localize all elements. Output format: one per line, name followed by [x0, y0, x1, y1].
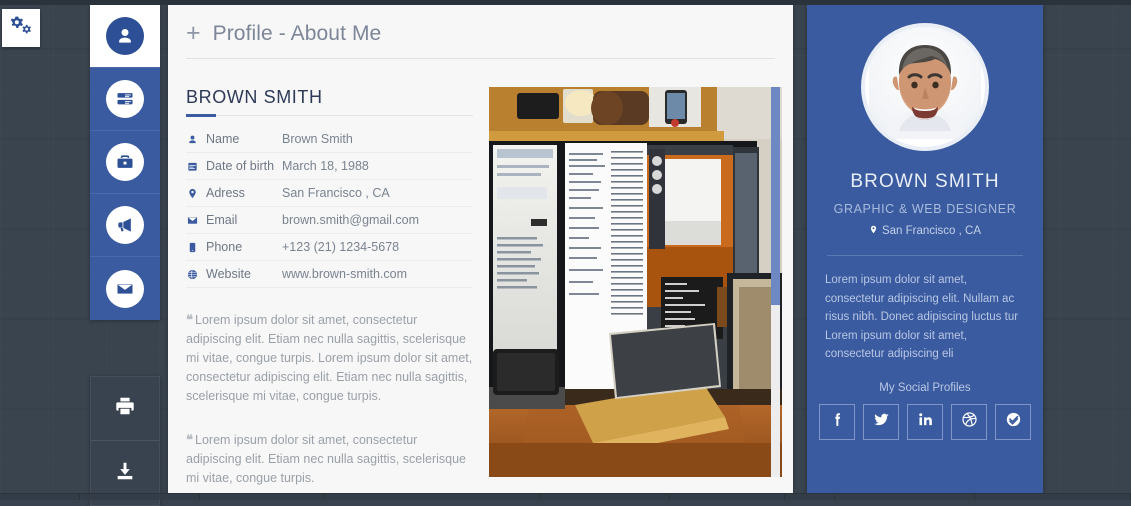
info-label: Phone [206, 240, 243, 254]
taskbar-item[interactable] [835, 494, 975, 500]
taskbar[interactable] [0, 493, 1131, 500]
table-row: Email brown.smith@gmail.com [186, 207, 473, 234]
facebook-icon [829, 411, 846, 433]
card-location-text: San Francisco , CA [881, 225, 982, 237]
info-label: Date of birth [206, 159, 275, 173]
taskbar-item[interactable] [785, 494, 835, 500]
sidebar-item-contact[interactable] [90, 257, 160, 320]
sidebar-item-services[interactable] [90, 194, 160, 257]
badge-check-icon [1005, 411, 1022, 433]
sidebar-item-profile[interactable] [90, 5, 160, 68]
social-link-dribbble[interactable] [951, 403, 987, 440]
printer-icon [114, 395, 136, 422]
info-value: +123 (21) 1234-5678 [282, 240, 400, 254]
panel-header: + Profile - About Me [186, 5, 775, 59]
section-title: BROWN SMITH [186, 87, 323, 107]
social-links [807, 403, 1043, 440]
info-value: Brown Smith [282, 132, 353, 146]
info-table: Name Brown Smith Date of birth March 18,… [186, 126, 473, 288]
info-label: Adress [206, 186, 245, 200]
pin-icon [869, 224, 878, 238]
scrollbar-thumb[interactable] [771, 87, 780, 305]
avatar [861, 23, 989, 151]
globe-icon [186, 269, 199, 280]
photo-scrollbar[interactable] [771, 87, 780, 477]
social-link-badge[interactable] [995, 403, 1031, 440]
photo-column [489, 59, 782, 488]
taskbar-item[interactable] [80, 494, 200, 500]
user-icon [186, 134, 199, 145]
card-name: BROWN SMITH [850, 171, 1000, 192]
dribbble-icon [961, 411, 978, 433]
phone-icon [186, 242, 199, 253]
panel-body: BROWN SMITH Name Brown Smith Date of bir… [168, 59, 793, 488]
info-value: March 18, 1988 [282, 159, 369, 173]
table-row: Phone +123 (21) 1234-5678 [186, 234, 473, 261]
social-link-linkedin[interactable] [907, 403, 943, 440]
settings-gears-icon [9, 14, 33, 43]
profile-details-column: BROWN SMITH Name Brown Smith Date of bir… [186, 59, 473, 488]
linkedin-icon [917, 411, 934, 433]
quote-icon: ❝ [186, 312, 193, 327]
print-button[interactable] [91, 377, 159, 441]
plus-icon[interactable]: + [186, 21, 201, 46]
info-label: Email [206, 213, 238, 227]
quote-icon: ❝ [186, 432, 193, 447]
calendar-icon [186, 161, 199, 172]
page-title: Profile - About Me [212, 21, 382, 45]
download-icon [114, 460, 136, 487]
twitter-icon [873, 411, 890, 433]
social-link-twitter[interactable] [863, 403, 899, 440]
user-icon [106, 17, 144, 55]
main-panel: + Profile - About Me BROWN SMITH Name Br… [168, 5, 793, 494]
taskbar-item[interactable] [540, 494, 670, 500]
taskbar-item[interactable] [670, 494, 785, 500]
icon-rail [90, 5, 160, 506]
taskbar-item[interactable] [0, 494, 80, 500]
list-icon [106, 80, 144, 118]
sidebar-item-resume[interactable] [90, 68, 160, 131]
envelope-icon [106, 269, 144, 308]
info-value: San Francisco , CA [282, 186, 390, 200]
table-row: Date of birth March 18, 1988 [186, 153, 473, 180]
social-section-title: My Social Profiles [879, 381, 971, 394]
card-role: GRAPHIC & WEB DESIGNER [833, 202, 1017, 216]
table-row: Adress San Francisco , CA [186, 180, 473, 207]
table-row: Name Brown Smith [186, 126, 473, 153]
rail-secondary-group [90, 376, 160, 506]
taskbar-item[interactable] [325, 494, 540, 500]
briefcase-icon [106, 143, 144, 181]
card-divider [827, 255, 1023, 256]
info-label: Name [206, 132, 240, 146]
info-label: Website [206, 267, 251, 281]
taskbar-item[interactable] [975, 494, 1131, 500]
megaphone-icon [106, 206, 144, 244]
bio-paragraph-2: ❝ Lorem ipsum dolor sit amet, consectetur… [186, 432, 466, 485]
table-row: Website www.brown-smith.com [186, 261, 473, 288]
card-location: San Francisco , CA [807, 224, 1043, 238]
pin-icon [186, 188, 199, 199]
top-bar [0, 0, 1131, 5]
social-link-facebook[interactable] [819, 403, 855, 440]
envelope-icon [186, 215, 199, 226]
info-value: www.brown-smith.com [282, 267, 408, 281]
title-underline [186, 114, 473, 117]
taskbar-item[interactable] [200, 494, 325, 500]
sidebar-item-portfolio[interactable] [90, 131, 160, 194]
rail-primary-group [90, 5, 160, 320]
workspace-photo [489, 87, 782, 477]
info-value: brown.smith@gmail.com [282, 213, 420, 227]
settings-widget[interactable] [2, 9, 40, 47]
card-bio: Lorem ipsum dolor sit amet, consectetur … [825, 274, 1019, 360]
profile-card: BROWN SMITH GRAPHIC & WEB DESIGNER San F… [807, 5, 1043, 494]
bio-paragraph-1: ❝ Lorem ipsum dolor sit amet, consectetur… [186, 312, 473, 403]
